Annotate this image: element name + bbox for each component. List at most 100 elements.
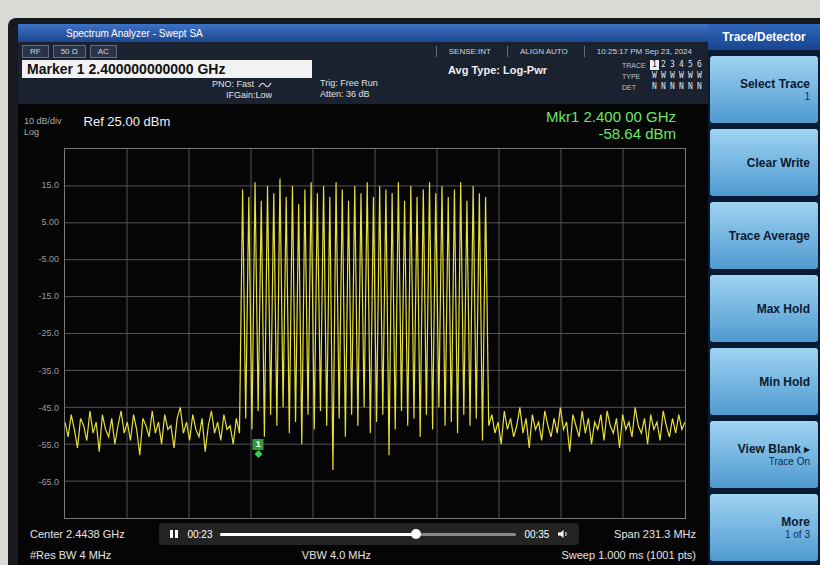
trace-line bbox=[65, 179, 685, 471]
det-cell: N bbox=[695, 82, 704, 92]
softkey-label: Max Hold bbox=[757, 302, 810, 316]
input-tab[interactable]: 50 Ω bbox=[53, 45, 86, 58]
monitor-bezel: Spectrum Analyzer - Swept SA RF 50 Ω AC SENS… bbox=[8, 18, 820, 565]
status-top: RF50 ΩACSENSE:INTALIGN AUTO10:25:17 PM S… bbox=[22, 44, 704, 58]
y-tick: -35.0 bbox=[24, 371, 64, 408]
trace-cell[interactable]: 5 bbox=[686, 60, 695, 70]
trace-cell[interactable]: 1 bbox=[650, 60, 659, 70]
elapsed-time: 00:23 bbox=[187, 529, 212, 540]
y-tick: -5.00 bbox=[24, 259, 64, 296]
grid-line bbox=[561, 149, 562, 518]
readout-line: Mkr1 2.400 00 GHz bbox=[546, 108, 676, 125]
grid-line bbox=[127, 149, 128, 518]
volume-icon[interactable] bbox=[557, 529, 569, 539]
analyzer-screen: Spectrum Analyzer - Swept SA RF 50 Ω AC SENS… bbox=[18, 24, 820, 565]
footer-row: Center 2.4438 GHz00:2300:35Span 231.3 MH… bbox=[30, 523, 696, 545]
grid-line bbox=[189, 149, 190, 518]
main-area: Spectrum Analyzer - Swept SA RF 50 Ω AC SENS… bbox=[18, 24, 708, 565]
marker-diamond-icon bbox=[254, 450, 262, 458]
settings-mid: Trig: Free RunAtten: 36 dB bbox=[320, 60, 440, 100]
chart-scale: 10 dB/divLog Ref 25.00 dBm bbox=[24, 108, 170, 138]
duration: 00:35 bbox=[524, 529, 549, 540]
avg-type: Avg Type: Log-Pwr bbox=[448, 60, 614, 76]
progress-fill bbox=[220, 533, 415, 536]
marker[interactable]: 1 bbox=[253, 439, 264, 458]
softkey-label: Clear Write bbox=[747, 156, 810, 170]
det-cell: N bbox=[668, 82, 677, 92]
footer-row: #Res BW 4 MHzVBW 4.0 MHzSweep 1.000 ms (… bbox=[30, 547, 696, 563]
y-tick: -25.0 bbox=[24, 333, 64, 370]
grid-line bbox=[499, 149, 500, 518]
plot-area: 1 bbox=[64, 148, 686, 519]
readout-line: -58.64 dBm bbox=[598, 125, 676, 142]
softkey[interactable]: Clear Write bbox=[710, 129, 818, 196]
y-tick: 5.00 bbox=[24, 222, 64, 259]
det-cell: N bbox=[677, 82, 686, 92]
softkey[interactable]: Trace Average bbox=[710, 202, 818, 269]
pause-icon[interactable] bbox=[169, 529, 179, 539]
y-tick: -55.0 bbox=[24, 445, 64, 482]
chart-area: 10 dB/divLog Ref 25.00 dBm Mkr1 2.400 00 G… bbox=[18, 104, 708, 523]
softkey[interactable]: Min Hold bbox=[710, 348, 818, 415]
softkey[interactable]: Select Trace1 bbox=[710, 56, 818, 123]
y-tick-label: -25.0 bbox=[38, 328, 59, 338]
softkey-label: More bbox=[781, 515, 810, 529]
marker-field[interactable]: Marker 1 2.400000000000 GHz bbox=[22, 60, 312, 78]
trace-cell[interactable]: 6 bbox=[695, 60, 704, 70]
footer: Center 2.4438 GHz00:2300:35Span 231.3 MH… bbox=[18, 523, 708, 565]
softkey[interactable]: More1 of 3 bbox=[710, 494, 818, 561]
video-bandwidth: VBW 4.0 MHz bbox=[302, 549, 371, 561]
y-tick bbox=[24, 148, 64, 185]
video-player[interactable]: 00:23 00:35 bbox=[159, 523, 579, 545]
softkey-label: Select Trace bbox=[740, 77, 810, 91]
marker-readout: Mkr1 2.400 00 GHz-58.64 dBm bbox=[546, 108, 686, 142]
scale-text: 10 dB/div bbox=[24, 116, 62, 127]
trace-cell[interactable]: 3 bbox=[668, 60, 677, 70]
setting-line: Atten: 36 dB bbox=[320, 89, 370, 100]
y-tick-label: -55.0 bbox=[38, 440, 59, 450]
softkey[interactable]: Max Hold bbox=[710, 275, 818, 342]
y-tick: -15.0 bbox=[24, 296, 64, 333]
softkey-value: 1 of 3 bbox=[785, 529, 810, 540]
trace-cell[interactable]: 2 bbox=[659, 60, 668, 70]
softkey-value: Trace On bbox=[769, 456, 810, 467]
type-cell: W bbox=[659, 71, 668, 81]
setting-line: PNO: Fast bbox=[212, 79, 272, 90]
input-tab[interactable]: RF bbox=[22, 45, 49, 58]
marker-label: 1 bbox=[253, 439, 264, 450]
status-area: RF50 ΩACSENSE:INTALIGN AUTO10:25:17 PM S… bbox=[18, 42, 708, 104]
y-tick-label: -35.0 bbox=[38, 366, 59, 376]
progress-track[interactable] bbox=[220, 533, 516, 536]
y-tick: -65.0 bbox=[24, 482, 64, 519]
trace-table-label: TRACE bbox=[622, 62, 650, 69]
type-cell: W bbox=[695, 71, 704, 81]
resolution-bandwidth: #Res BW 4 MHz bbox=[30, 549, 111, 561]
trace-table-label: DET bbox=[622, 84, 650, 91]
setting-line: Trig: Free Run bbox=[320, 78, 378, 89]
type-cell: W bbox=[650, 71, 659, 81]
sense-status: SENSE:INT bbox=[436, 46, 503, 57]
trace-cell[interactable]: 4 bbox=[677, 60, 686, 70]
setting-line: IFGain:Low bbox=[226, 90, 272, 101]
chart-header: 10 dB/divLog Ref 25.00 dBm Mkr1 2.400 00 G… bbox=[24, 108, 686, 148]
softkey-title: Trace/Detector bbox=[708, 24, 820, 50]
softkey[interactable]: View Blank▸Trace On bbox=[710, 421, 818, 488]
settings-left: PNO: FastIFGain:Low bbox=[22, 78, 312, 101]
spectrum-plot bbox=[65, 149, 685, 518]
y-tick-label: -15.0 bbox=[38, 291, 59, 301]
scale-mode: Log bbox=[24, 127, 62, 138]
input-tab[interactable]: AC bbox=[90, 45, 117, 58]
title-bar: Spectrum Analyzer - Swept SA bbox=[18, 24, 708, 42]
softkey-label: View Blank▸ bbox=[738, 442, 810, 456]
det-cell: N bbox=[686, 82, 695, 92]
softkey-value: 1 bbox=[804, 91, 810, 102]
grid-line bbox=[623, 149, 624, 518]
y-tick-label: -45.0 bbox=[38, 403, 59, 413]
marker-column: Marker 1 2.400000000000 GHzPNO: FastIFGa… bbox=[22, 60, 312, 101]
reference-level: Ref 25.00 dBm bbox=[84, 108, 171, 129]
softkey-label: Trace Average bbox=[729, 229, 810, 243]
progress-knob[interactable] bbox=[411, 529, 421, 539]
det-cell: N bbox=[659, 82, 668, 92]
submenu-arrow: ▸ bbox=[804, 442, 810, 456]
center-frequency: Center 2.4438 GHz bbox=[30, 528, 125, 540]
